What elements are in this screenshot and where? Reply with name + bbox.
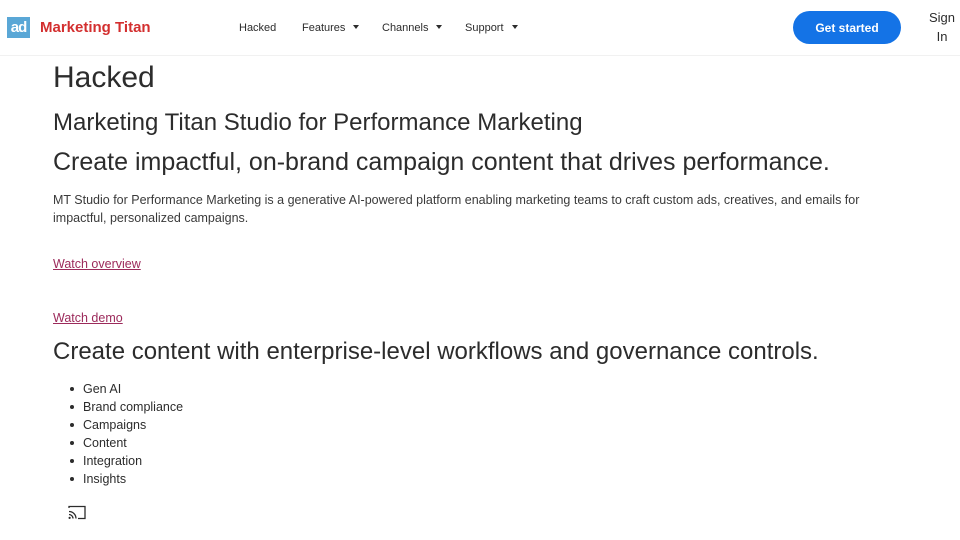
- feature-item: Content: [69, 434, 183, 452]
- cast-icon[interactable]: [68, 505, 86, 520]
- feature-list: Gen AI Brand compliance Campaigns Conten…: [69, 380, 184, 488]
- brand-logo[interactable]: ad Marketing Titan: [7, 17, 151, 38]
- caret-down-icon: [511, 25, 518, 29]
- feature-item: Integration: [69, 452, 183, 470]
- feature-item: Campaigns: [69, 416, 183, 434]
- page-title: Hacked: [53, 61, 155, 94]
- headline: Create impactful, on-brand campaign cont…: [53, 148, 830, 176]
- nav-item-label: Channels: [382, 22, 429, 34]
- watch-demo-link[interactable]: Watch demo: [53, 311, 123, 325]
- sign-in-link[interactable]: Sign In: [924, 8, 960, 46]
- product-title: Marketing Titan Studio for Performance M…: [53, 109, 583, 136]
- nav-item-hacked[interactable]: Hacked: [239, 0, 276, 56]
- caret-down-icon: [436, 25, 443, 29]
- nav-item-support[interactable]: Support: [465, 0, 518, 56]
- caret-down-icon: [353, 25, 360, 29]
- feature-item: Gen AI: [69, 380, 183, 398]
- watch-overview-link[interactable]: Watch overview: [53, 257, 141, 271]
- logo-icon: ad: [7, 17, 30, 38]
- section-heading: Create content with enterprise-level wor…: [53, 338, 819, 365]
- nav-item-channels[interactable]: Channels: [382, 0, 443, 56]
- nav-item-features[interactable]: Features: [302, 0, 360, 56]
- product-description: MT Studio for Performance Marketing is a…: [53, 193, 860, 225]
- feature-item: Brand compliance: [69, 400, 184, 414]
- nav-item-label: Features: [302, 22, 346, 34]
- brand-name: Marketing Titan: [40, 19, 151, 36]
- feature-item: Insights: [69, 470, 183, 488]
- nav-item-label: Hacked: [239, 22, 277, 34]
- top-nav-bar: ad Marketing Titan Hacked Features Chann…: [0, 0, 960, 56]
- get-started-button[interactable]: Get started: [793, 11, 901, 44]
- nav-item-label: Support: [465, 22, 504, 34]
